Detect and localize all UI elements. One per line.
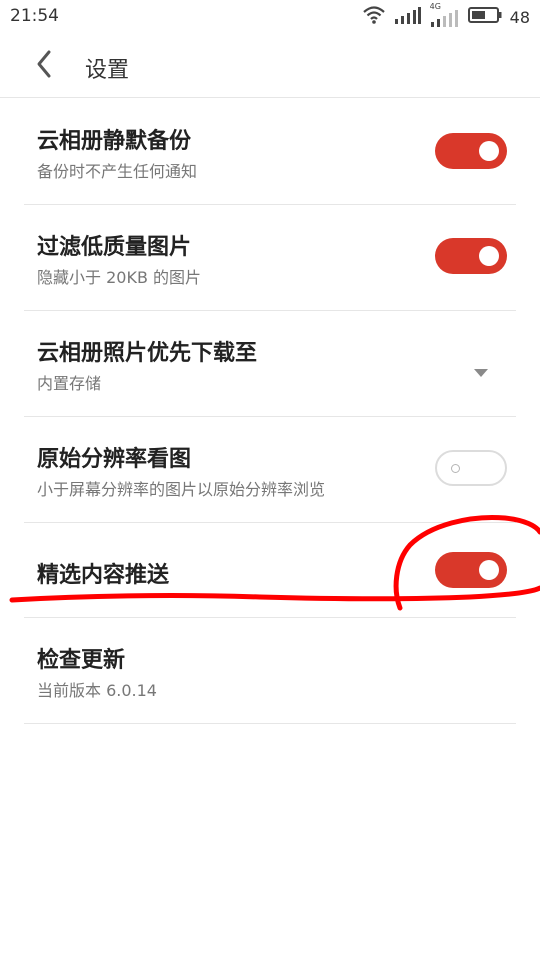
setting-subtitle: 小于屏幕分辨率的图片以原始分辨率浏览 [37, 480, 326, 499]
toggle-knob [479, 141, 499, 161]
setting-title: 检查更新 [37, 648, 126, 673]
setting-subtitle: 备份时不产生任何通知 [37, 162, 198, 181]
featured-push-toggle[interactable] [435, 552, 507, 588]
triangle-down-icon[interactable] [474, 369, 488, 377]
back-button[interactable] [24, 48, 64, 84]
signal-icon [394, 5, 422, 29]
status-icons: 4G 48 [362, 2, 530, 29]
setting-check-update[interactable]: 检查更新 当前版本 6.0.14 [24, 618, 516, 724]
wifi-icon [362, 5, 386, 29]
setting-download-location[interactable]: 云相册照片优先下载至 内置存储 [24, 311, 516, 417]
original-resolution-toggle[interactable] [435, 450, 507, 486]
silent-backup-toggle[interactable] [435, 133, 507, 169]
toggle-knob [479, 246, 499, 266]
status-bar: 21:54 4G 48 [0, 0, 540, 34]
setting-title: 云相册静默备份 [37, 129, 192, 154]
header: 设置 [0, 34, 540, 98]
setting-filter-low-quality[interactable]: 过滤低质量图片 隐藏小于 20KB 的图片 [24, 205, 516, 311]
setting-title: 云相册照片优先下载至 [37, 341, 258, 366]
status-time: 21:54 [10, 6, 59, 26]
setting-original-resolution[interactable]: 原始分辨率看图 小于屏幕分辨率的图片以原始分辨率浏览 [24, 417, 516, 523]
chevron-left-icon [34, 49, 54, 83]
setting-subtitle: 当前版本 6.0.14 [37, 681, 157, 700]
settings-list: 云相册静默备份 备份时不产生任何通知 过滤低质量图片 隐藏小于 20KB 的图片… [0, 99, 540, 724]
filter-low-quality-toggle[interactable] [435, 238, 507, 274]
page-title: 设置 [85, 58, 130, 83]
setting-subtitle: 内置存储 [37, 374, 102, 393]
battery-level: 48 [509, 7, 530, 27]
setting-cloud-silent-backup[interactable]: 云相册静默备份 备份时不产生任何通知 [24, 99, 516, 205]
battery-icon [467, 6, 502, 28]
setting-subtitle: 隐藏小于 20KB 的图片 [37, 268, 202, 287]
setting-title: 精选内容推送 [37, 563, 170, 588]
signal-4g-icon: 4G [430, 2, 460, 28]
setting-featured-push[interactable]: 精选内容推送 [24, 523, 516, 618]
toggle-knob [479, 560, 499, 580]
setting-title: 原始分辨率看图 [37, 447, 192, 472]
toggle-knob [451, 464, 460, 473]
setting-title: 过滤低质量图片 [37, 235, 192, 260]
